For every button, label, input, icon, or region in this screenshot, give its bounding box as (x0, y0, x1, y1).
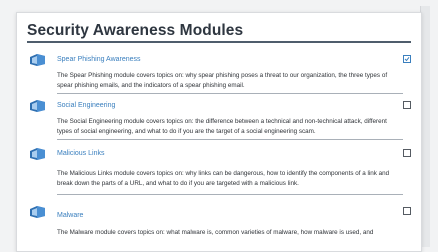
module-description: The Spear Phishing module covers topics … (57, 72, 388, 89)
module-checkbox[interactable] (403, 149, 411, 157)
module-divider (57, 194, 403, 195)
page-title: Security Awareness Modules (27, 22, 244, 39)
module-divider (57, 139, 403, 140)
module-header: Malware (29, 205, 411, 223)
module-header: Malicious Links (29, 147, 411, 165)
module-description: The Social Engineering module covers top… (57, 118, 387, 135)
title-underline (27, 41, 411, 43)
module-title[interactable]: Malware (57, 212, 83, 219)
module-title[interactable]: Social Engineering (57, 102, 115, 109)
module-description: The Malicious Links module covers topics… (57, 170, 390, 187)
module-title[interactable]: Malicious Links (57, 150, 104, 157)
module-spear-phishing: Spear Phishing Awareness The Spear Phish… (29, 53, 411, 94)
checkmark-icon (404, 56, 410, 62)
book-icon (30, 206, 45, 218)
book-icon (30, 100, 45, 112)
module-description: The Malware module covers topics on: wha… (57, 229, 374, 236)
book-icon (30, 54, 45, 66)
module-social-engineering: Social Engineering The Social Engineerin… (29, 99, 411, 140)
module-malware: Malware The Malware module covers topics… (29, 205, 411, 238)
module-checkbox[interactable] (403, 101, 411, 109)
modules-panel: Security Awareness Modules Spear Phishin… (16, 12, 422, 252)
module-title[interactable]: Spear Phishing Awareness (57, 56, 141, 63)
module-header: Social Engineering (29, 99, 411, 117)
module-divider (57, 93, 403, 94)
book-icon (30, 148, 45, 160)
module-malicious-links: Malicious Links The Malicious Links modu… (29, 147, 411, 195)
module-header: Spear Phishing Awareness (29, 53, 411, 71)
module-checkbox[interactable] (403, 207, 411, 215)
module-checkbox[interactable] (403, 55, 411, 63)
